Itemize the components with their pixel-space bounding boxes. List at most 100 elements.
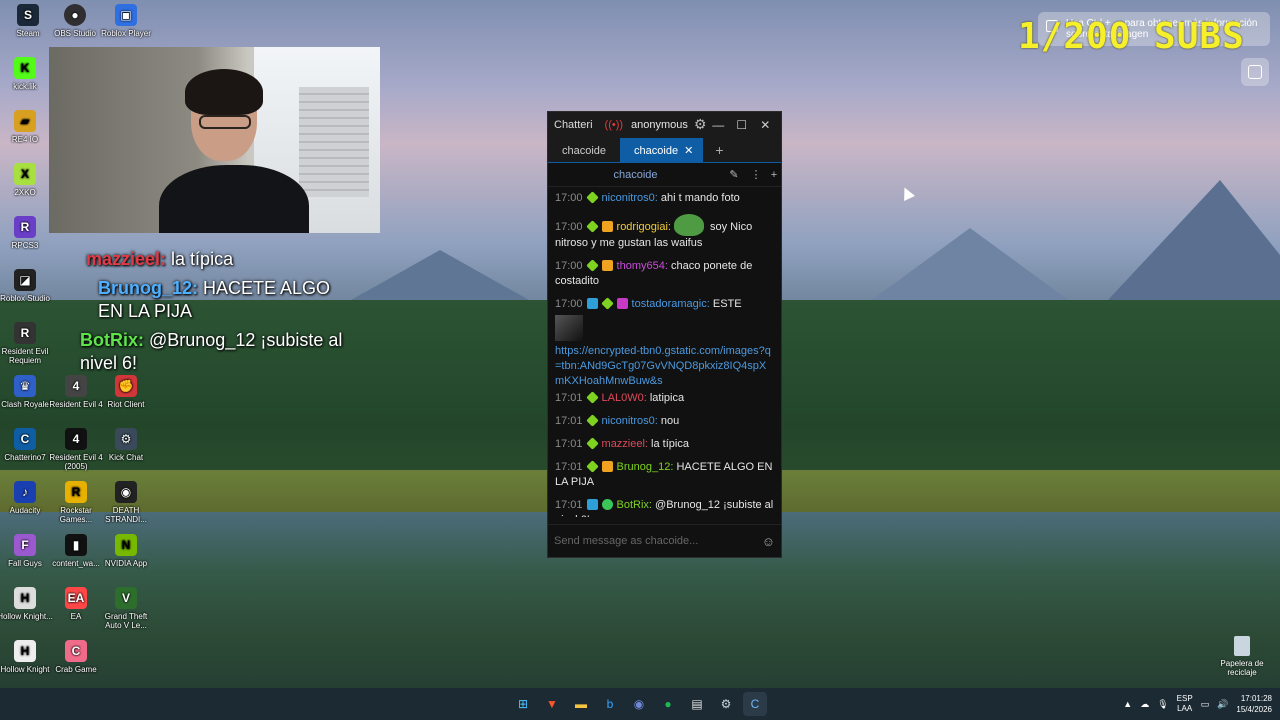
- close-tab-icon[interactable]: ✕: [684, 145, 693, 157]
- microphone-icon[interactable]: 🎙: [1157, 699, 1168, 710]
- re4-io-icon: ▰: [14, 110, 36, 132]
- chat-message[interactable]: 17:01 mazzieel: la típica: [555, 437, 774, 452]
- chat-message[interactable]: 17:01BotRix: @Brunog_12 ¡subiste al nive…: [555, 498, 774, 517]
- subs-counter: 1/200 SUBS: [1018, 16, 1245, 57]
- message-input[interactable]: Send message as chacoide... ☺: [548, 524, 781, 557]
- maximize-button[interactable]: ☐: [730, 118, 754, 132]
- desktop-icon-crab-game[interactable]: C Crab Game: [48, 640, 104, 674]
- vip-badge-icon: [616, 298, 628, 309]
- obs-taskbar-icon[interactable]: ▤: [685, 692, 709, 716]
- fall-guys-icon: F: [14, 534, 36, 556]
- desktop-icon-recycle-bin[interactable]: Papelera de reciclaje: [1216, 636, 1268, 677]
- desktop-icon-chatterino[interactable]: C Chatterino7: [0, 428, 53, 462]
- desktop-icon-kick[interactable]: Kkick.lik: [0, 57, 53, 91]
- desktop-icon-2xko[interactable]: X 2XKO: [0, 163, 53, 197]
- subscriber-badge-icon: [585, 460, 599, 473]
- emoji-picker-icon[interactable]: ☺: [762, 534, 775, 549]
- image-thumbnail[interactable]: [555, 315, 583, 341]
- desktop-icon-hollow-knight-silksong[interactable]: H Hollow Knight...: [0, 587, 53, 621]
- channel-name[interactable]: chacoide: [548, 169, 723, 181]
- gta-v-icon: V: [115, 587, 137, 609]
- language-indicator[interactable]: ESP LAA: [1177, 694, 1193, 714]
- kick-chat-icon: ⚙: [115, 428, 137, 450]
- webcam-feed: [49, 47, 380, 233]
- cloud-icon[interactable]: ☁: [1140, 699, 1149, 710]
- chat-message[interactable]: 17:01 Brunog_12: HACETE ALGO EN LA PIJA: [555, 460, 774, 490]
- visual-search-button[interactable]: [1241, 58, 1269, 86]
- verified-badge-icon: [601, 499, 613, 510]
- desktop-icon-clash-royale[interactable]: ♛ Clash Royale: [0, 375, 53, 409]
- steam-taskbar-icon[interactable]: ⚙: [714, 692, 738, 716]
- network-icon[interactable]: ▭: [1201, 699, 1210, 710]
- clock[interactable]: 17:01:28 15/4/2026: [1236, 693, 1272, 715]
- mouse-cursor-icon: [899, 185, 915, 201]
- volume-icon[interactable]: 🔊: [1217, 699, 1228, 710]
- input-placeholder: Send message as chacoide...: [554, 535, 699, 547]
- desktop-icon-re-requiem[interactable]: R Resident Evil Requiem: [0, 322, 53, 365]
- chat-message[interactable]: 17:00 thomy654: chaco ponete de costadito: [555, 259, 774, 289]
- taskbar: ⊞ ▼ ▬ b ◉ ● ▤ ⚙ C ▲ ☁ 🎙 ESP LAA ▭ 🔊 17:0…: [0, 688, 1280, 720]
- chat-tabs: chacoide chacoide ✕ +: [548, 137, 781, 163]
- spotify-icon[interactable]: ●: [656, 692, 680, 716]
- desktop-icon-fall-guys[interactable]: F Fall Guys: [0, 534, 53, 568]
- resident-evil-requiem-icon: R: [14, 322, 36, 344]
- chatterino-taskbar-icon[interactable]: C: [743, 692, 767, 716]
- gift-badge-icon: [601, 221, 613, 232]
- death-stranding-icon: ◉: [115, 481, 137, 503]
- discord-icon[interactable]: ◉: [627, 692, 651, 716]
- tab-chacoide-1[interactable]: chacoide: [548, 139, 620, 162]
- desktop-icon-obs[interactable]: ● OBS Studio: [47, 4, 103, 38]
- chat-message[interactable]: 17:01 LAL0W0: latipica: [555, 391, 774, 406]
- desktop-icon-roblox-studio[interactable]: ◪ Roblox Studio: [0, 269, 53, 303]
- hollow-knight-icon: H: [14, 587, 36, 609]
- account-switcher[interactable]: anonymous: [631, 119, 688, 131]
- subscriber-badge-icon: [585, 220, 599, 233]
- desktop-icon-nvidia[interactable]: N NVIDIA App: [98, 534, 154, 568]
- more-options-icon[interactable]: ⋮: [745, 168, 767, 181]
- desktop-icon-roblox-player[interactable]: ▣ Roblox Player: [98, 4, 154, 38]
- kick-icon: K: [14, 57, 36, 79]
- desktop-icon-audacity[interactable]: ♪ Audacity: [0, 481, 53, 515]
- live-status-icon[interactable]: ((•)): [605, 119, 624, 131]
- desktop-icon-rpcs3[interactable]: R RPCS3: [0, 216, 53, 250]
- file-explorer-icon[interactable]: ▬: [569, 692, 593, 716]
- gear-icon[interactable]: ⚙: [694, 116, 707, 133]
- tab-chacoide-2[interactable]: chacoide ✕: [620, 138, 704, 162]
- nvidia-icon: N: [115, 534, 137, 556]
- edit-icon[interactable]: ✎: [723, 168, 745, 181]
- desktop-icon-ea[interactable]: EA EA: [48, 587, 104, 621]
- rpcs3-icon: R: [14, 216, 36, 238]
- close-button[interactable]: ✕: [753, 118, 777, 132]
- chat-message[interactable]: 17:01 niconitros0: nou: [555, 414, 774, 429]
- ea-icon: EA: [65, 587, 87, 609]
- desktop-icon-rockstar[interactable]: R Rockstar Games...: [48, 481, 104, 524]
- recycle-bin-icon: [1234, 636, 1250, 656]
- desktop-icon-kick-chat[interactable]: ⚙ Kick Chat: [98, 428, 154, 462]
- desktop-icon-gta-v[interactable]: V Grand Theft Auto V Le...: [98, 587, 154, 630]
- start-button[interactable]: ⊞: [511, 692, 535, 716]
- content-warning-icon: ▮: [65, 534, 87, 556]
- bing-icon[interactable]: b: [598, 692, 622, 716]
- add-split-icon[interactable]: +: [767, 169, 781, 181]
- image-link[interactable]: https://encrypted-tbn0.gstatic.com/image…: [555, 345, 771, 387]
- brave-icon[interactable]: ▼: [540, 692, 564, 716]
- subscriber-badge-icon: [585, 414, 599, 427]
- gift-badge-icon: [601, 461, 613, 472]
- desktop-icon-re4-2005[interactable]: 4 Resident Evil 4 (2005): [48, 428, 104, 471]
- chat-message[interactable]: 17:00 rodrigogiai: soy Nico nitroso y me …: [555, 214, 774, 251]
- show-hidden-icons-icon[interactable]: ▲: [1123, 699, 1132, 709]
- scan-icon: [1248, 65, 1262, 79]
- add-tab-button[interactable]: +: [703, 138, 735, 162]
- desktop-icon-content-wa[interactable]: ▮ content_wa...: [48, 534, 104, 568]
- chatterino-window: Chatteri ((•)) anonymous ⚙ — ☐ ✕ chacoid…: [547, 111, 782, 558]
- chat-message[interactable]: 17:00 tostadoramagic: ESTE https://encryp…: [555, 297, 774, 389]
- channel-header: chacoide ✎ ⋮ +: [548, 163, 781, 187]
- resident-evil-4-2005-icon: 4: [65, 428, 87, 450]
- pepe-emote-icon: [673, 214, 704, 236]
- minimize-button[interactable]: —: [706, 118, 730, 132]
- desktop-icon-death-stranding[interactable]: ◉ DEATH STRANDI...: [98, 481, 154, 524]
- chat-message[interactable]: 17:00 niconitros0: ahi t mando foto: [555, 191, 774, 206]
- desktop-icon-hollow-knight[interactable]: H Hollow Knight: [0, 640, 53, 674]
- overlay-message: BotRix: @Brunog_12 ¡subiste al nivel 6!: [80, 330, 343, 373]
- desktop-icon-re4io[interactable]: ▰ RE4 IO: [0, 110, 53, 144]
